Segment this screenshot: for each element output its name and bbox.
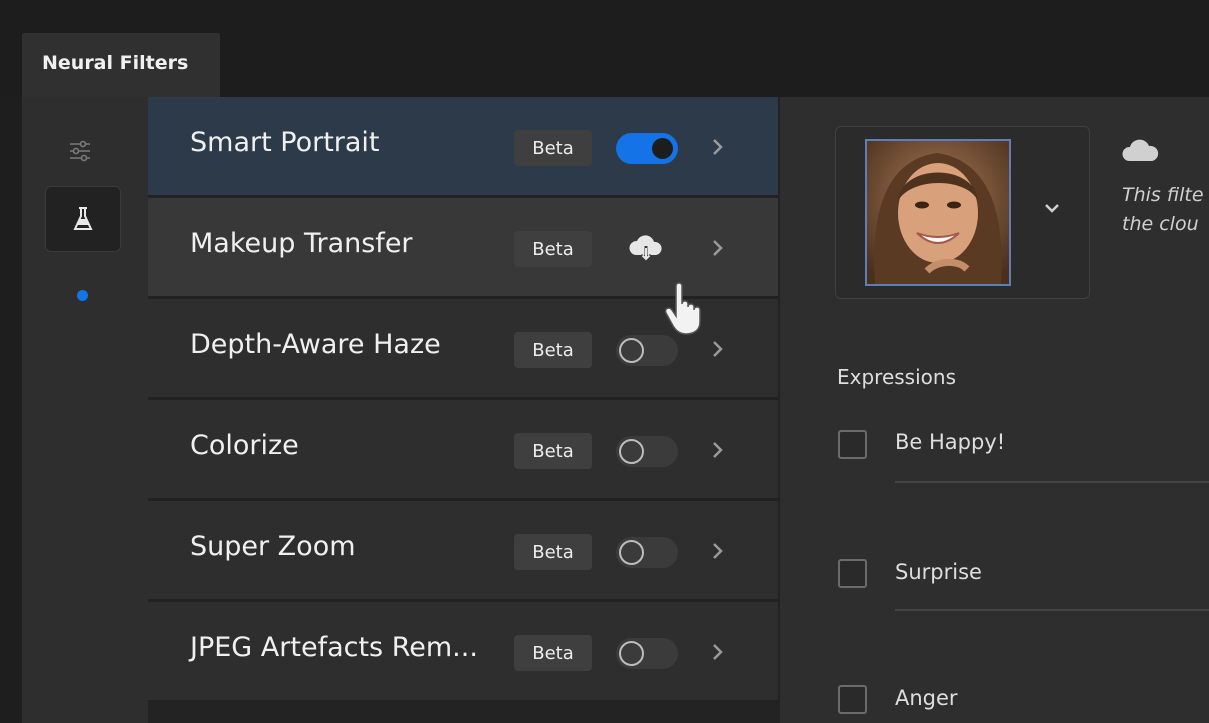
beta-filters-button[interactable]: [45, 186, 121, 252]
filter-toggle[interactable]: [616, 133, 678, 164]
chevron-right-icon[interactable]: [708, 636, 728, 668]
beta-badge: Beta: [514, 130, 592, 166]
filter-name: Makeup Transfer: [190, 228, 413, 259]
filter-row-smart-portrait[interactable]: Smart Portrait Beta: [148, 97, 778, 198]
checkbox-be-happy[interactable]: [838, 430, 867, 459]
chevron-right-icon[interactable]: [708, 535, 728, 567]
cloud-download-icon[interactable]: [626, 233, 666, 263]
tab-label: Neural Filters: [42, 52, 189, 74]
filter-toggle[interactable]: [616, 436, 678, 467]
filter-options-panel: This filte the clou Expressions Be Happy…: [780, 97, 1209, 723]
sliders-icon[interactable]: [69, 139, 91, 163]
filter-list: Smart Portrait Beta Makeup Transfer Beta…: [148, 97, 780, 723]
filter-row-super-zoom[interactable]: Super Zoom Beta: [148, 501, 778, 602]
checkbox-surprise[interactable]: [838, 559, 867, 588]
chevron-right-icon[interactable]: [708, 434, 728, 466]
expression-label: Anger: [895, 686, 958, 710]
filter-toggle[interactable]: [616, 335, 678, 366]
flask-icon: [73, 207, 93, 230]
chevron-down-icon[interactable]: [1042, 201, 1062, 215]
notification-dot: [77, 290, 88, 301]
checkbox-anger[interactable]: [838, 685, 867, 714]
filter-toggle[interactable]: [616, 537, 678, 568]
filter-name: Depth-Aware Haze: [190, 329, 441, 360]
hand-cursor-icon: [664, 282, 701, 335]
filter-name: Smart Portrait: [190, 127, 380, 158]
beta-badge: Beta: [514, 635, 592, 671]
beta-badge: Beta: [514, 231, 592, 267]
info-line: This filte: [1122, 184, 1204, 206]
filter-row-jpeg-artefacts-removal[interactable]: JPEG Artefacts Rem... Beta: [148, 602, 778, 703]
beta-badge: Beta: [514, 332, 592, 368]
chevron-right-icon[interactable]: [708, 131, 728, 163]
portrait-thumbnail: [865, 139, 1011, 286]
expressions-heading: Expressions: [837, 365, 956, 389]
filter-name: Colorize: [190, 430, 299, 461]
filter-category-rail: [22, 97, 148, 723]
expression-label: Be Happy!: [895, 430, 1006, 454]
chevron-right-icon[interactable]: [708, 232, 728, 264]
cloud-info-text: This filte the clou: [1122, 181, 1204, 239]
tab-neural-filters[interactable]: Neural Filters: [22, 33, 220, 97]
beta-badge: Beta: [514, 534, 592, 570]
chevron-right-icon[interactable]: [708, 333, 728, 365]
cloud-icon: [1122, 139, 1159, 161]
beta-badge: Beta: [514, 433, 592, 469]
filter-name: Super Zoom: [190, 531, 356, 562]
slider-track[interactable]: [895, 609, 1209, 611]
filter-toggle[interactable]: [616, 638, 678, 669]
panel-header: Neural Filters: [0, 0, 1209, 97]
reference-image-selector[interactable]: [835, 126, 1090, 299]
expression-label: Surprise: [895, 560, 982, 584]
filter-row-colorize[interactable]: Colorize Beta: [148, 400, 778, 501]
info-line: the clou: [1122, 213, 1199, 235]
filter-name: JPEG Artefacts Rem...: [190, 632, 478, 663]
slider-track[interactable]: [895, 481, 1209, 483]
